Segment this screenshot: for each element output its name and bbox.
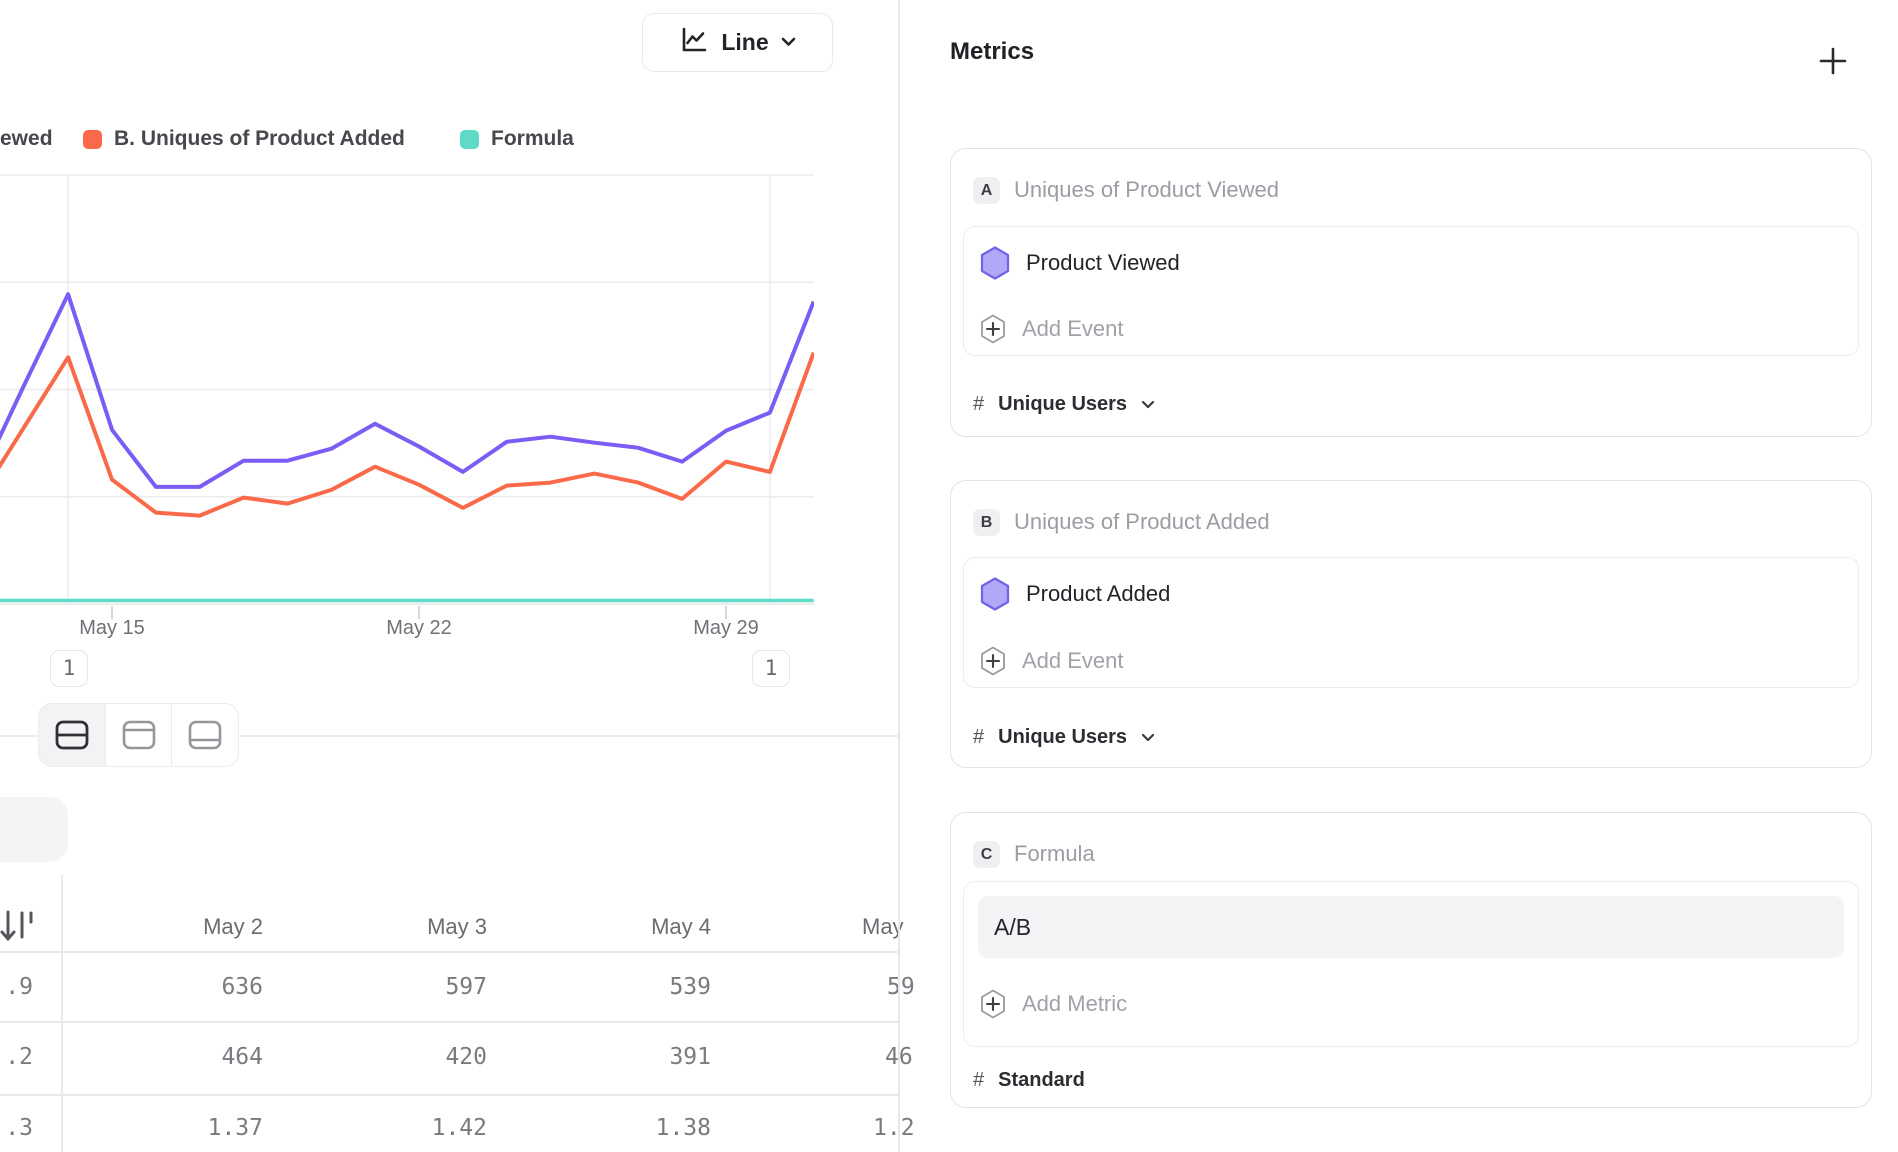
row-label: .9 <box>0 974 33 1000</box>
metric-card-title: Uniques of Product Added <box>1014 509 1270 535</box>
formula-value: A/B <box>994 896 1031 958</box>
x-axis-label: May 29 <box>666 617 786 640</box>
event-row-product-added[interactable]: Product Added <box>980 572 1842 616</box>
table-cell: 1.2 <box>873 1115 915 1141</box>
series-line-a <box>0 294 814 487</box>
table-row-border <box>0 1021 898 1023</box>
layout-toggle-group <box>38 703 239 767</box>
annotation-badge[interactable]: 1 <box>50 650 88 687</box>
panel-divider <box>898 0 900 1152</box>
measure-label: Unique Users <box>998 393 1127 416</box>
metric-card-b: B Uniques of Product Added Product Added… <box>950 480 1872 768</box>
annotation-badge[interactable]: 1 <box>752 650 790 687</box>
hash-icon: # <box>973 726 984 749</box>
table-cell: 1.42 <box>324 1115 487 1141</box>
chevron-down-icon <box>1141 733 1155 742</box>
table-cell: 59 <box>887 974 915 1000</box>
table-column-divider <box>61 875 63 1152</box>
table-cell: 1.37 <box>100 1115 263 1141</box>
hexagon-plus-icon <box>980 314 1006 344</box>
layout-chart-bottom-button[interactable] <box>171 704 238 766</box>
add-event-button[interactable]: Add Event <box>980 639 1842 683</box>
add-metric-button[interactable]: Add Metric <box>980 982 1842 1026</box>
hexagon-plus-icon <box>980 989 1006 1019</box>
table-header-cell[interactable]: May 3 <box>324 914 487 940</box>
x-axis-label: May 22 <box>359 617 479 640</box>
add-event-button[interactable]: Add Event <box>980 307 1842 351</box>
event-hexagon-icon <box>980 577 1010 611</box>
table-cell: 636 <box>100 974 263 1000</box>
metrics-panel-title: Metrics <box>950 38 1034 66</box>
layout-chart-top-button[interactable] <box>105 704 172 766</box>
metric-badge-b: B <box>973 509 1000 536</box>
table-corner-pill[interactable] <box>0 797 68 862</box>
event-hexagon-icon <box>980 246 1010 280</box>
event-row-product-viewed[interactable]: Product Viewed <box>980 241 1842 285</box>
split-rows-icon <box>54 719 90 751</box>
metric-card-title: Formula <box>1014 841 1095 867</box>
table-header-border <box>0 951 898 953</box>
add-event-label: Add Event <box>1022 648 1124 674</box>
row-label: .2 <box>0 1044 33 1070</box>
measure-label: Unique Users <box>998 726 1127 749</box>
add-metric-label: Add Metric <box>1022 991 1127 1017</box>
table-cell: 420 <box>324 1044 487 1070</box>
table-header-cell[interactable]: May 4 <box>548 914 711 940</box>
event-name: Product Viewed <box>1026 250 1180 276</box>
series-line-b <box>0 353 814 516</box>
metric-badge-a: A <box>973 177 1000 204</box>
table-cell: 539 <box>548 974 711 1000</box>
table-row-border <box>0 1094 898 1096</box>
table-cell: 391 <box>548 1044 711 1070</box>
event-list: Product Viewed Add Event <box>963 226 1859 356</box>
hexagon-plus-icon <box>980 646 1006 676</box>
insights-report: Line ewed B. Uniques of Product Added Fo… <box>0 0 1898 1152</box>
line-chart-plot[interactable] <box>0 0 898 700</box>
chart-series <box>0 294 814 600</box>
metric-badge-c: C <box>973 841 1000 868</box>
metric-card-a: A Uniques of Product Viewed Product View… <box>950 148 1872 437</box>
table-cell: 1.38 <box>548 1115 711 1141</box>
formula-input[interactable]: A/B <box>978 896 1844 958</box>
table-cell: 597 <box>324 974 487 1000</box>
top-bar-icon <box>121 719 157 751</box>
measure-dropdown[interactable]: # Unique Users <box>973 389 1155 419</box>
gridlines <box>0 175 814 604</box>
hash-icon: # <box>973 393 984 416</box>
table-header-cell[interactable]: May 2 <box>100 914 263 940</box>
event-list: Product Added Add Event <box>963 557 1859 688</box>
add-metric-plus-icon[interactable] <box>1818 46 1848 76</box>
table-cell: 464 <box>100 1044 263 1070</box>
row-label: .3 <box>0 1115 33 1141</box>
add-event-label: Add Event <box>1022 316 1124 342</box>
x-axis-label: May 15 <box>52 617 172 640</box>
formula-type-dropdown[interactable]: # Standard <box>973 1065 1085 1095</box>
event-name: Product Added <box>1026 581 1170 607</box>
measure-dropdown[interactable]: # Unique Users <box>973 722 1155 752</box>
chevron-down-icon <box>1141 400 1155 409</box>
formula-type-label: Standard <box>998 1069 1085 1092</box>
layout-split-horizontal-button[interactable] <box>39 704 105 766</box>
hash-icon: # <box>973 1069 984 1092</box>
sort-descending-icon[interactable] <box>0 905 38 954</box>
metric-card-title: Uniques of Product Viewed <box>1014 177 1279 203</box>
bottom-bar-icon <box>187 719 223 751</box>
formula-editor: A/B Add Metric <box>963 881 1859 1047</box>
metric-card-c: C Formula A/B Add Metric # Standard <box>950 812 1872 1108</box>
